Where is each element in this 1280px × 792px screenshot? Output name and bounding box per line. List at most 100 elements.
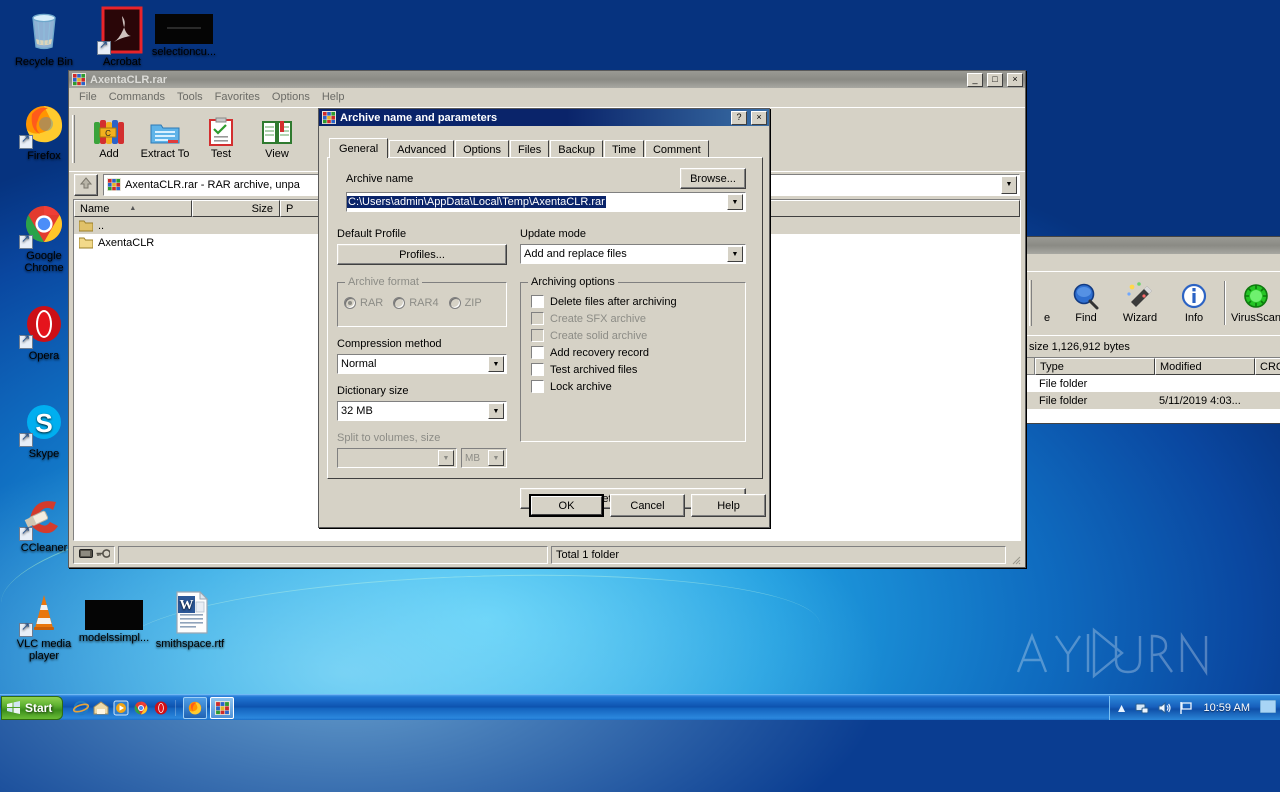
update-mode-combobox[interactable]: Add and replace files ▼ <box>520 244 746 264</box>
profiles-button[interactable]: Profiles... <box>337 244 507 265</box>
tab-files[interactable]: Files <box>510 140 550 158</box>
desktop-icon-smithspace-rtf[interactable]: W smithspace.rtf <box>150 588 230 650</box>
background-filelist-header[interactable]: Type Modified CRC <box>1027 358 1280 375</box>
column-header-size[interactable]: Size <box>192 200 280 217</box>
checkbox-create-solid-archive[interactable]: Create solid archive <box>531 329 737 342</box>
menu-favorites[interactable]: Favorites <box>209 90 266 104</box>
toolbar-item-virusscan[interactable]: VirusScan <box>1230 281 1280 324</box>
radio-rar[interactable]: RAR <box>344 297 383 309</box>
split-unit-combobox[interactable]: MB ▼ <box>461 448 507 468</box>
radio-rar4[interactable]: RAR4 <box>393 297 439 309</box>
maximize-button[interactable]: □ <box>987 72 1003 87</box>
network-icon[interactable] <box>1134 700 1150 716</box>
toolbar-gripper[interactable] <box>1029 279 1032 326</box>
task-buttons[interactable] <box>183 696 235 719</box>
opera-icon[interactable] <box>153 700 169 716</box>
main-window-statusbar[interactable]: Total 1 folder <box>69 543 1025 567</box>
column-header-type[interactable]: Type <box>1035 358 1155 375</box>
split-to-volumes-combobox[interactable]: ▼ <box>337 448 457 468</box>
background-window-menubar[interactable] <box>1027 254 1280 268</box>
browse-button[interactable]: Browse... <box>680 168 746 189</box>
desktop-icon-vlc-media-player[interactable]: VLC media player <box>8 588 80 662</box>
toolbar-item-test[interactable]: Test <box>195 117 247 160</box>
compression-method-combobox[interactable]: Normal ▼ <box>337 354 507 374</box>
menu-help[interactable]: Help <box>316 90 351 104</box>
chrome-icon[interactable] <box>133 700 149 716</box>
taskbar-item-winrar[interactable] <box>210 696 235 719</box>
checkbox-create-sfx-archive[interactable]: Create SFX archive <box>531 312 737 325</box>
table-row[interactable]: File folder <box>1027 375 1280 392</box>
toolbar-item-info[interactable]: Info <box>1168 281 1220 324</box>
menu-file[interactable]: File <box>73 90 103 104</box>
background-winrar-window[interactable]: e Find Wizard Info VirusScan size 1,126,… <box>1026 236 1280 424</box>
chevron-down-icon[interactable]: ▼ <box>488 450 504 466</box>
resize-grip-icon[interactable] <box>1009 553 1021 565</box>
toolbar-item-wizard[interactable]: Wizard <box>1114 281 1166 324</box>
volume-icon[interactable] <box>1156 700 1172 716</box>
cancel-button[interactable]: Cancel <box>610 494 685 517</box>
toolbar-item-partial[interactable]: e <box>1036 281 1058 324</box>
ok-button[interactable]: OK <box>529 494 604 517</box>
taskbar[interactable]: Start ▲ 10:59 AM <box>0 694 1280 720</box>
desktop-icon-modelssimpl[interactable]: modelssimpl... <box>76 600 152 644</box>
toolbar-item-find[interactable]: Find <box>1060 281 1112 324</box>
dialog-tabs[interactable]: General Advanced Options Files Backup Ti… <box>329 138 710 158</box>
archive-name-combobox[interactable]: C:\Users\admin\AppData\Local\Temp\Axenta… <box>346 192 746 212</box>
dialog-help-button[interactable]: Help <box>691 494 766 517</box>
background-window-address-bar[interactable]: size 1,126,912 bytes <box>1027 335 1280 357</box>
chevron-down-icon[interactable]: ▼ <box>488 356 504 372</box>
media-player-icon[interactable] <box>113 700 129 716</box>
background-window-titlebar[interactable] <box>1027 237 1280 254</box>
system-tray[interactable]: ▲ 10:59 AM <box>1108 695 1280 720</box>
quick-launch-bar[interactable] <box>73 699 177 716</box>
background-window-filelist[interactable]: Type Modified CRC File folder File folde… <box>1027 357 1280 423</box>
close-button[interactable]: × <box>751 110 767 125</box>
help-button[interactable]: ? <box>731 110 747 125</box>
show-desktop-icon[interactable] <box>93 700 109 716</box>
toolbar-item-view[interactable]: View <box>251 117 303 160</box>
column-header-modified[interactable]: Modified <box>1155 358 1255 375</box>
table-row[interactable]: File folder 5/11/2019 4:03... <box>1027 392 1280 409</box>
desktop-icon-recycle-bin[interactable]: Recycle Bin <box>8 6 80 68</box>
main-window-menubar[interactable]: File Commands Tools Favorites Options He… <box>69 88 1025 105</box>
show-hidden-icons-icon[interactable]: ▲ <box>1116 701 1128 715</box>
checkbox-lock-archive[interactable]: Lock archive <box>531 380 737 393</box>
tab-comment[interactable]: Comment <box>644 140 709 158</box>
background-window-toolbar[interactable]: e Find Wizard Info VirusScan <box>1027 271 1280 333</box>
toolbar-item-extract-to[interactable]: Extract To <box>139 117 191 160</box>
status-icons-pane[interactable] <box>73 546 115 564</box>
chevron-down-icon[interactable]: ▼ <box>727 194 743 210</box>
minimize-button[interactable]: _ <box>967 72 983 87</box>
checkbox-add-recovery-record[interactable]: Add recovery record <box>531 346 737 359</box>
radio-zip[interactable]: ZIP <box>448 297 482 309</box>
checkbox-delete-files-after-archiving[interactable]: Delete files after archiving <box>531 295 737 308</box>
start-button[interactable]: Start <box>1 695 64 720</box>
dialog-titlebar[interactable]: Archive name and parameters ? × <box>319 109 769 126</box>
checkbox-test-archived-files[interactable]: Test archived files <box>531 363 737 376</box>
main-window-titlebar[interactable]: AxentaCLR.rar _ □ × <box>69 71 1025 88</box>
taskbar-item-firefox[interactable] <box>183 696 208 719</box>
menu-tools[interactable]: Tools <box>171 90 209 104</box>
show-desktop-button[interactable] <box>1259 699 1277 716</box>
toolbar-gripper[interactable] <box>72 114 75 163</box>
tab-general[interactable]: General <box>329 138 389 158</box>
archive-name-and-parameters-dialog[interactable]: Archive name and parameters ? × General … <box>318 108 770 528</box>
clock[interactable]: 10:59 AM <box>1200 702 1254 714</box>
menu-commands[interactable]: Commands <box>103 90 171 104</box>
up-one-level-button[interactable] <box>74 173 98 196</box>
close-button[interactable]: × <box>1007 72 1023 87</box>
internet-explorer-icon[interactable] <box>73 700 90 716</box>
toolbar-item-add[interactable]: C Add <box>83 117 135 160</box>
chevron-down-icon[interactable]: ▼ <box>438 450 454 466</box>
chevron-down-icon[interactable]: ▼ <box>727 246 743 262</box>
column-header-name[interactable]: Name ▲ <box>74 200 192 217</box>
tab-time[interactable]: Time <box>603 140 644 158</box>
menu-options[interactable]: Options <box>266 90 316 104</box>
chevron-down-icon[interactable]: ▼ <box>1001 175 1017 194</box>
flag-action-center-icon[interactable] <box>1178 700 1194 716</box>
column-header-crc[interactable]: CRC <box>1255 358 1280 375</box>
chevron-down-icon[interactable]: ▼ <box>488 403 504 419</box>
tab-backup[interactable]: Backup <box>550 140 603 158</box>
dictionary-size-combobox[interactable]: 32 MB ▼ <box>337 401 507 421</box>
tab-options[interactable]: Options <box>455 140 509 158</box>
